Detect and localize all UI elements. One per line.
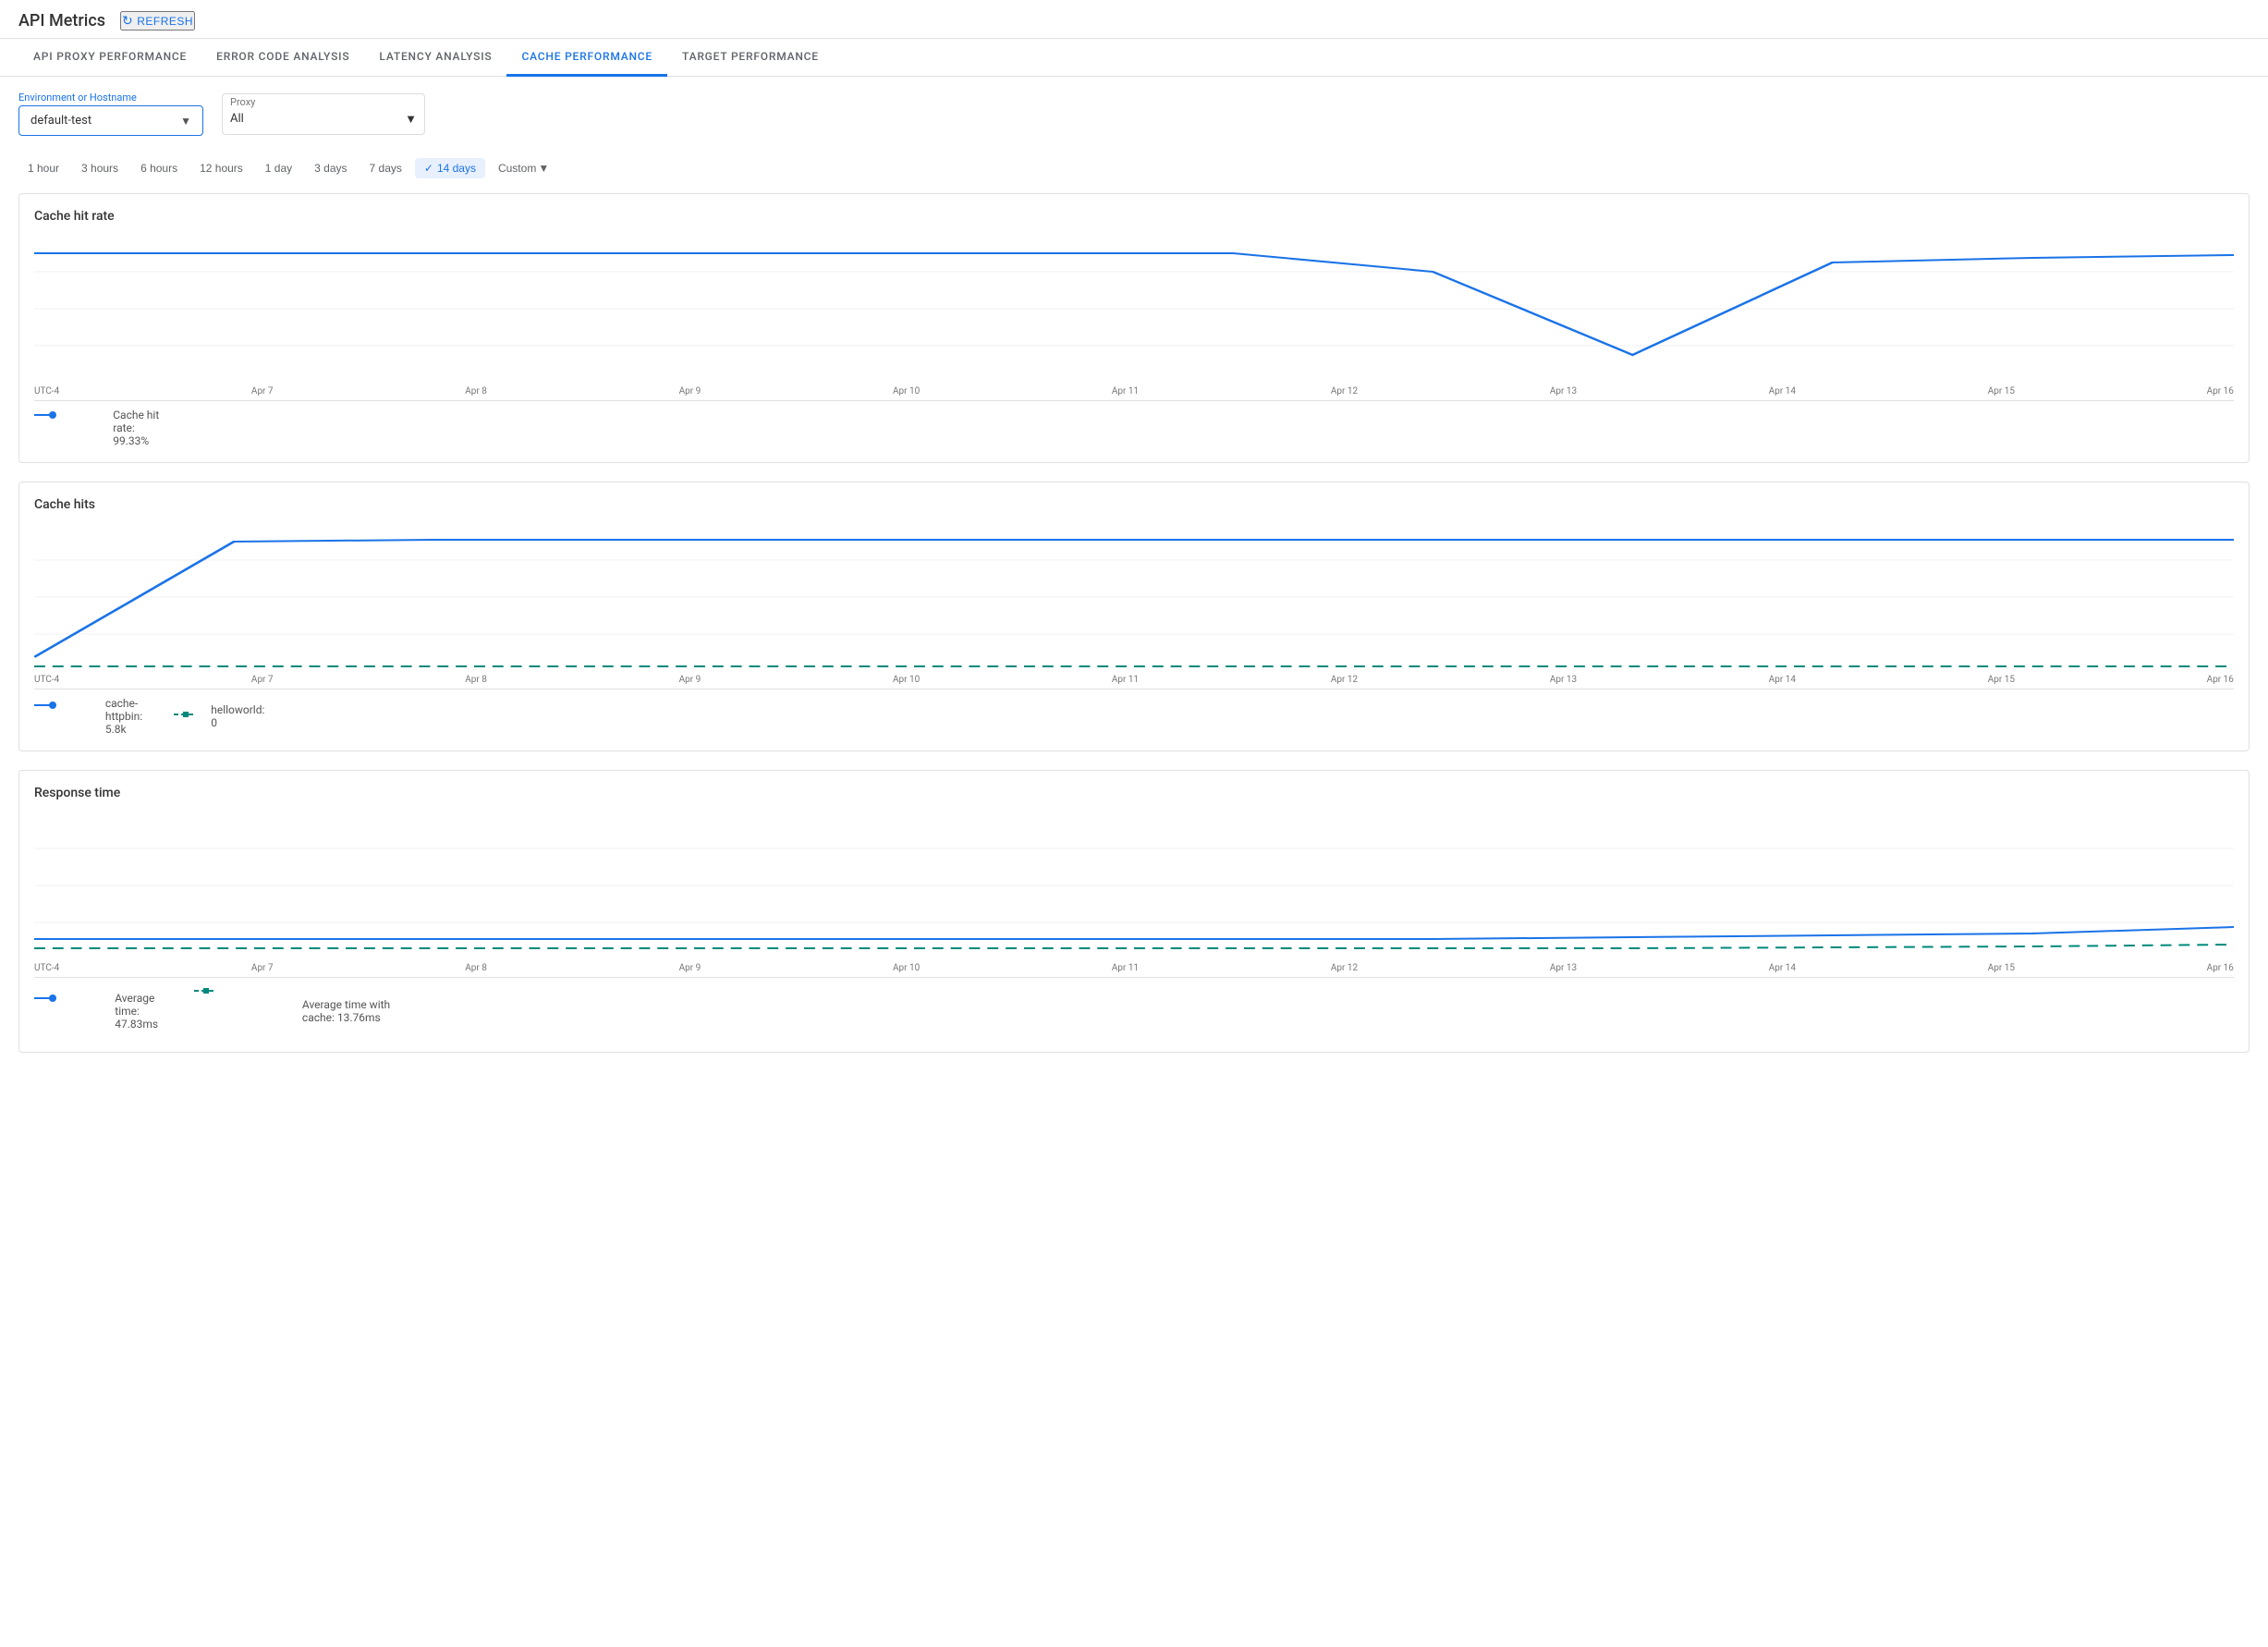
legend-icon (174, 709, 205, 725)
time-1d[interactable]: 1 day (256, 158, 301, 178)
environment-label: Environment or Hostname (18, 92, 203, 104)
proxy-select[interactable]: All ▼ (230, 112, 417, 127)
refresh-button[interactable]: ↻ REFRESH (120, 11, 195, 30)
cache-hit-rate-svg (34, 235, 2234, 383)
tab-target[interactable]: TARGET PERFORMANCE (667, 39, 834, 77)
time-6h[interactable]: 6 hours (131, 158, 187, 178)
tab-error-code[interactable]: ERROR CODE ANALYSIS (201, 39, 364, 77)
check-icon: ✓ (424, 162, 433, 175)
tab-bar: API PROXY PERFORMANCE ERROR CODE ANALYSI… (0, 39, 2268, 77)
legend-icon (194, 985, 297, 1037)
chevron-down-icon: ▼ (180, 115, 191, 128)
cache-hit-rate-xaxis: UTC-4 Apr 7 Apr 8 Apr 9 Apr 10 Apr 11 Ap… (34, 383, 2234, 396)
time-14d[interactable]: ✓ 14 days (415, 158, 485, 178)
legend-cache-hit-rate: Cache hit rate: 99.33% (34, 409, 171, 447)
legend-avg-time-cache: Average time with cache: 13.76ms (194, 985, 391, 1037)
time-7d[interactable]: 7 days (360, 158, 411, 178)
time-12h[interactable]: 12 hours (190, 158, 252, 178)
filters-bar: Environment or Hostname default-test ▼ P… (0, 77, 2268, 151)
legend-avg-time: Average time: 47.83ms (34, 992, 176, 1031)
response-time-section: Response time UTC-4 Apr 7 Apr 8 Apr 9 Ap… (18, 770, 2250, 1053)
refresh-icon: ↻ (122, 13, 133, 29)
chevron-down-icon: ▼ (538, 162, 549, 175)
cache-hit-rate-title: Cache hit rate (34, 209, 2234, 224)
cache-hits-section: Cache hits UTC-4 Apr 7 Apr 8 Apr 9 Apr 1… (18, 482, 2250, 751)
response-time-title: Response time (34, 786, 2234, 800)
environment-filter: Environment or Hostname default-test ▼ (18, 92, 203, 136)
chevron-down-icon: ▼ (405, 112, 417, 127)
cache-hit-rate-section: Cache hit rate UTC-4 Apr 7 Apr 8 Apr 9 A… (18, 193, 2250, 463)
cache-hits-xaxis: UTC-4 Apr 7 Apr 8 Apr 9 Apr 10 Apr 11 Ap… (34, 671, 2234, 685)
legend-helloworld: helloworld: 0 (174, 703, 264, 729)
time-filter-bar: 1 hour 3 hours 6 hours 12 hours 1 day 3 … (0, 151, 2268, 193)
time-3d[interactable]: 3 days (305, 158, 356, 178)
cache-hits-legend: cache-httpbin: 5.8k helloworld: 0 (34, 689, 2234, 736)
cache-hits-title: Cache hits (34, 497, 2234, 512)
response-time-xaxis: UTC-4 Apr 7 Apr 8 Apr 9 Apr 10 Apr 11 Ap… (34, 959, 2234, 973)
time-1h[interactable]: 1 hour (18, 158, 68, 178)
charts-container: Cache hit rate UTC-4 Apr 7 Apr 8 Apr 9 A… (0, 193, 2268, 1053)
cache-hit-rate-legend: Cache hit rate: 99.33% (34, 400, 2234, 447)
response-time-chart (34, 811, 2234, 959)
cache-hits-svg (34, 523, 2234, 671)
legend-cache-httpbin: cache-httpbin: 5.8k (34, 697, 155, 736)
legend-icon (34, 993, 109, 1031)
cache-hits-chart (34, 523, 2234, 671)
tab-api-proxy[interactable]: API PROXY PERFORMANCE (18, 39, 201, 77)
tab-latency[interactable]: LATENCY ANALYSIS (364, 39, 506, 77)
time-3h[interactable]: 3 hours (72, 158, 128, 178)
legend-icon (34, 700, 100, 732)
response-time-legend: Average time: 47.83ms Average time with … (34, 977, 2234, 1037)
cache-hit-rate-chart (34, 235, 2234, 383)
legend-icon (34, 409, 107, 446)
page-header: API Metrics ↻ REFRESH (0, 0, 2268, 39)
response-time-svg (34, 811, 2234, 959)
time-custom[interactable]: Custom ▼ (489, 158, 558, 178)
environment-select[interactable]: default-test ▼ (18, 105, 203, 136)
page-title: API Metrics (18, 11, 105, 30)
tab-cache-performance[interactable]: CACHE PERFORMANCE (506, 39, 667, 77)
proxy-filter: Proxy All ▼ (222, 93, 425, 135)
proxy-wrapper: Proxy All ▼ (222, 93, 425, 135)
